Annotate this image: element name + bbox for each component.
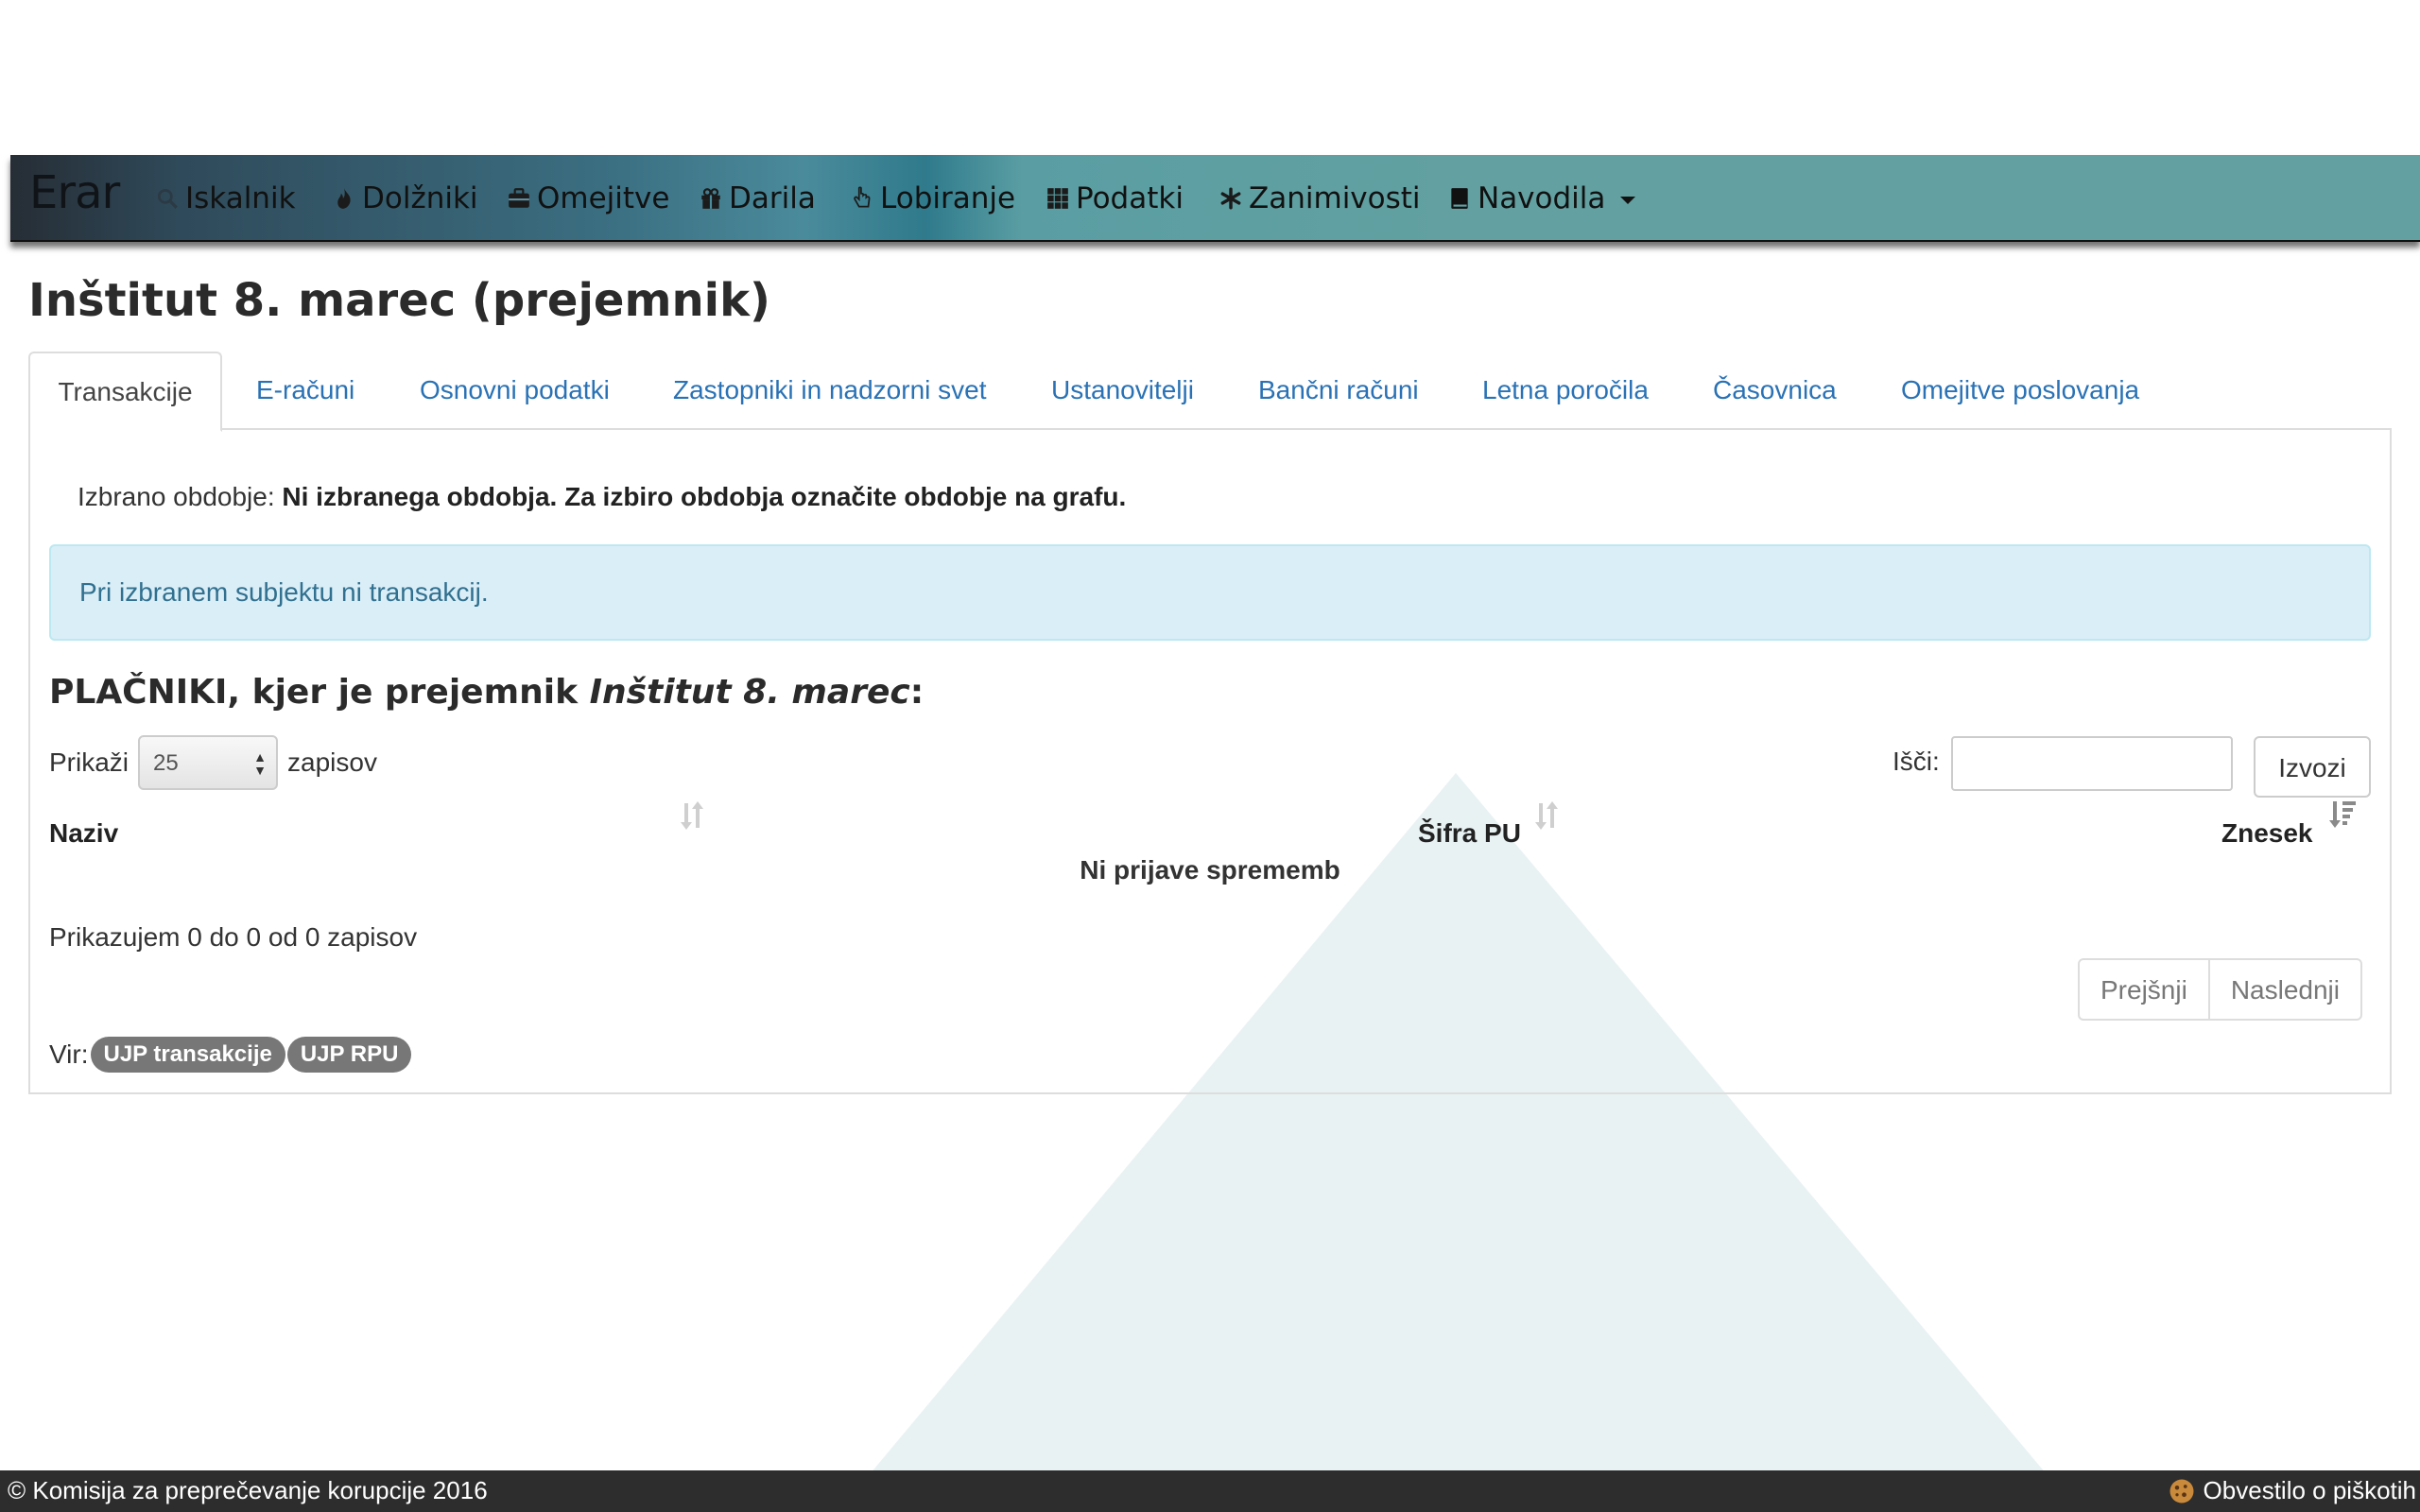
tab-osnovni-podatki[interactable]: Osnovni podatki [420,352,610,430]
search-label: Išči: [1893,747,1940,776]
asterisk-icon [1220,187,1241,210]
nav-item-navodila[interactable]: Navodila [1447,178,1636,219]
search-input[interactable] [1951,736,2233,791]
export-button[interactable]: Izvozi [2254,736,2371,798]
nav-item-iskalnik[interactable]: Iskalnik [155,178,296,219]
nav-item-darila[interactable]: Darila [699,178,816,219]
section-title: PLAČNIKI, kjer je prejemnik Inštitut 8. … [49,673,924,712]
nav-item-podatki[interactable]: Podatki [1046,178,1184,219]
nav-item-label: Lobiranje [880,181,1016,215]
table-info: Prikazujem 0 do 0 od 0 zapisov [49,922,418,952]
section-title-prefix: PLAČNIKI, kjer je prejemnik [49,673,590,712]
caret-down-icon [1620,197,1636,204]
column-header-znesek[interactable]: Znesek [2221,818,2313,849]
select-arrows-icon: ▲ ▼ [253,749,268,778]
info-alert: Pri izbranem subjektu ni transakcij. [49,544,2371,641]
tab-omejitve-poslovanja[interactable]: Omejitve poslovanja [1901,352,2139,430]
nav-item-omejitve[interactable]: Omejitve [507,178,669,219]
show-label: Prikaži [49,747,130,777]
cookie-icon [2169,1479,2194,1503]
nav-item-lobiranje[interactable]: Lobiranje [850,178,1015,219]
search-icon [157,188,178,209]
cookie-notice-label: Obvestilo o piškotih [2203,1476,2416,1504]
gift-icon [701,188,720,209]
briefcase-icon [509,188,529,208]
tab-casovnica[interactable]: Časovnica [1713,352,1837,430]
records-label: zapisov [287,747,377,777]
nav-item-label: Navodila [1478,181,1606,215]
tab-zastopniki[interactable]: Zastopniki in nadzorni svet [673,352,987,430]
hand-pointer-icon [854,186,871,208]
nav-item-label: Zanimivosti [1249,181,1421,215]
nav-item-label: Iskalnik [185,181,296,215]
book-icon [1451,188,1468,209]
page-length-control: Prikaži 25 ▲ ▼ zapisov [49,735,377,790]
tab-transakcije[interactable]: Transakcije [28,352,222,432]
source-label: Vir: [49,1040,89,1069]
next-page-button[interactable]: Naslednji [2207,960,2360,1019]
section-title-suffix: : [909,673,925,712]
nav-item-label: Omejitve [537,181,670,215]
nav-item-dolzniki[interactable]: Dolžniki [332,178,478,219]
nav-item-label: Darila [729,181,816,215]
column-header-sifra-pu[interactable]: Šifra PU [1418,818,1521,849]
footer: © Komisija za preprečevanje korupcije 20… [0,1470,2420,1512]
sort-descending-icon[interactable] [2327,799,2358,832]
cookie-notice-link[interactable]: Obvestilo o piškotih [2168,1476,2416,1505]
brand-logo[interactable]: Erar [29,166,120,219]
alert-text: Pri izbranem subjektu ni transakcij. [79,577,489,607]
tab-letna-porocila[interactable]: Letna poročila [1482,352,1649,430]
page-size-value: 25 [153,750,179,776]
page-size-select[interactable]: 25 ▲ ▼ [138,735,279,790]
footer-copyright: © Komisija za preprečevanje korupcije 20… [8,1476,488,1504]
period-label: Izbrano obdobje: [78,482,275,511]
data-source: Vir: UJP transakcije UJP RPU [49,1036,412,1074]
nav-item-label: Podatki [1076,181,1184,215]
tab-bar: Transakcije E-računi Osnovni podatki Zas… [28,352,2392,432]
page-title: Inštitut 8. marec (prejemnik) [28,274,770,327]
source-badge-ujp-rpu[interactable]: UJP RPU [286,1037,412,1073]
period-value: Ni izbranega obdobja. Za izbiro obdobja … [282,482,1127,511]
section-title-entity: Inštitut 8. marec [589,673,910,712]
sort-both-icon[interactable] [1533,799,1562,832]
nav-item-label: Dolžniki [362,181,478,215]
source-badge-ujp-transakcije[interactable]: UJP transakcije [90,1037,285,1073]
tab-e-racuni[interactable]: E-računi [256,352,354,430]
nav-item-zanimivosti[interactable]: Zanimivosti [1219,178,1421,219]
fire-icon [337,188,351,209]
column-header-naziv[interactable]: Naziv [49,818,118,849]
previous-page-button[interactable]: Prejšnji [2080,960,2208,1019]
top-navbar: Erar Iskalnik Dolžniki Omejitve Darila L… [10,155,2420,242]
grid-icon [1047,188,1068,209]
tab-bancni-racuni[interactable]: Bančni računi [1258,352,1419,430]
pagination: Prejšnji Naslednji [2078,958,2362,1021]
table-empty-message: Ni prijave sprememb [1080,855,1340,885]
tab-ustanovitelji[interactable]: Ustanovitelji [1051,352,1194,430]
sort-both-icon[interactable] [679,799,707,832]
selected-period: Izbrano obdobje: Ni izbranega obdobja. Z… [78,482,1126,512]
